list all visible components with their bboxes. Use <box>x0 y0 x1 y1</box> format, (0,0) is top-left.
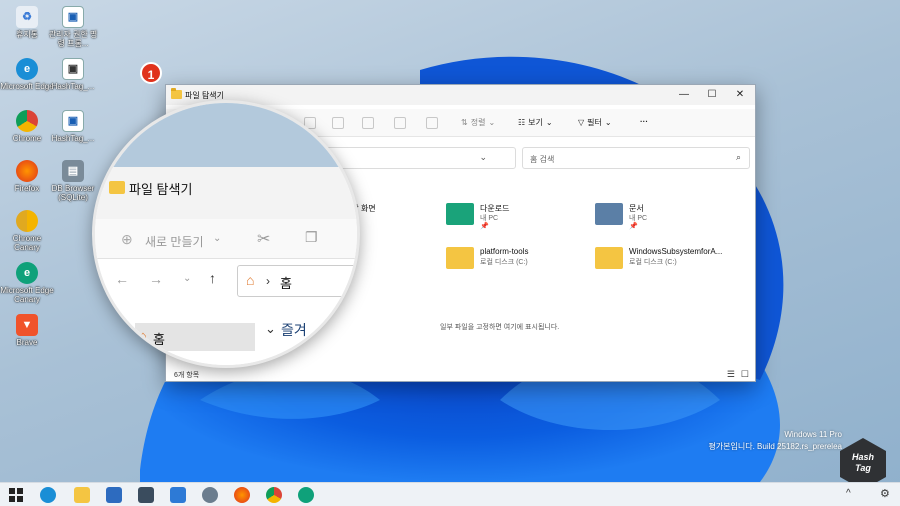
magnified-address-bar: ⌂ › 홈 <box>237 265 357 297</box>
taskbar-edge-icon[interactable] <box>40 487 56 503</box>
folder-icon <box>109 181 125 194</box>
empty-favorites-message: 일부 파일을 고정하면 여기에 표시됩니다. <box>440 324 560 331</box>
filter-button[interactable]: ▽ 필터 ⌄ <box>578 117 612 128</box>
taskbar-explorer-icon[interactable] <box>74 487 90 503</box>
search-icon: ⌕ <box>735 152 741 162</box>
desktop-icon-brave[interactable]: ▼ Brave <box>0 314 54 347</box>
chevron-down-icon: ⌄ <box>604 118 612 127</box>
tiles-view-icon[interactable]: ☐ <box>741 369 749 380</box>
edge-icon: e <box>16 58 38 80</box>
share-icon[interactable] <box>394 117 406 129</box>
taskbar-notepad-icon[interactable] <box>170 487 186 503</box>
chevron-down-icon: ⌄ <box>488 118 496 127</box>
recycle-bin-icon: ♻ <box>16 6 38 28</box>
add-icon: ⊕ <box>121 231 133 247</box>
shortcut-icon: ▣ <box>62 58 84 80</box>
nav-item-home: ⌂ 홈 <box>135 323 255 351</box>
chevron-down-icon[interactable]: ⌄ <box>479 152 487 163</box>
home-icon: ⌂ <box>139 328 147 343</box>
folder-icon <box>171 88 182 99</box>
firefox-icon <box>16 160 38 182</box>
shortcut-icon: ▣ <box>62 6 84 28</box>
quick-access-item-wsa[interactable]: WindowsSubsystemforA... 로컬 디스크 (C:) <box>595 247 735 279</box>
desktop-icon-db-browser[interactable]: ▤ DB Browser (SQLite) <box>46 160 100 202</box>
documents-folder-icon <box>595 203 623 225</box>
magnified-desktop-area <box>95 103 357 167</box>
downloads-folder-icon <box>446 203 474 225</box>
build-watermark-line2: 평가본입니다. Build 25182.rs_prerelea <box>708 442 842 451</box>
chevron-up-icon[interactable]: ^ <box>846 488 851 499</box>
magnifier-lens: 파일 탐색기 ⊕ 새로 만들기 ⌄ ✂ ❐ ← → ⌄ ↑ ⌂ › 홈 ⌂ 홈 … <box>92 100 360 368</box>
brave-icon: ▼ <box>16 314 38 336</box>
chrome-canary-icon <box>16 210 38 232</box>
minimize-button[interactable]: — <box>673 88 695 102</box>
step-badge: 1 <box>140 62 162 84</box>
folder-icon <box>595 247 623 269</box>
gear-icon[interactable]: ⚙ <box>880 487 890 500</box>
shortcut-icon: ▣ <box>62 110 84 132</box>
desktop-icon-admin-cmd[interactable]: ▣ 관리자 권한 명령 프롬... <box>46 6 100 48</box>
magnified-title-bar: 파일 탐색기 <box>95 167 357 219</box>
home-icon: ⌂ <box>246 272 255 288</box>
desktop-icon-hashtag-1[interactable]: ▣ HashTag_... <box>46 58 100 91</box>
sort-icon: ⇅ <box>461 118 468 127</box>
quick-access-item-platform-tools[interactable]: platform-tools 로컬 디스크 (C:) <box>446 247 586 279</box>
more-options-button[interactable]: ··· <box>640 117 648 126</box>
taskbar-settings-icon[interactable] <box>202 487 218 503</box>
magnified-content-area: ⌂ 홈 ⌄ 즐겨 <box>95 303 357 365</box>
rename-icon[interactable] <box>362 117 374 129</box>
delete-icon[interactable] <box>426 117 438 129</box>
magnified-nav-bar: ← → ⌄ ↑ ⌂ › 홈 <box>95 259 357 303</box>
close-button[interactable]: ✕ <box>729 88 751 102</box>
chrome-icon <box>16 110 38 132</box>
start-button[interactable] <box>8 487 24 503</box>
db-browser-icon: ▤ <box>62 160 84 182</box>
details-view-icon[interactable]: ☰ <box>727 369 735 380</box>
pin-icon: 📌 <box>480 223 489 230</box>
sort-button[interactable]: ⇅ 정렬 ⌄ <box>461 117 495 128</box>
edge-canary-icon: e <box>16 262 38 284</box>
up-arrow-icon: ↑ <box>209 270 216 286</box>
chevron-down-icon: ⌄ <box>183 273 192 284</box>
quick-access-item-downloads[interactable]: 다운로드 내 PC 📌 <box>446 203 586 235</box>
forward-arrow-icon: → <box>149 271 163 287</box>
taskbar-edge-canary-icon[interactable] <box>298 487 314 503</box>
taskbar-firefox-icon[interactable] <box>234 487 250 503</box>
search-input[interactable]: 홈 검색 ⌕ <box>522 147 750 169</box>
chevron-right-icon: › <box>266 274 270 288</box>
cut-icon: ✂ <box>257 231 271 248</box>
status-bar: 6개 항목 <box>174 372 200 379</box>
view-icon: ☷ <box>518 118 526 127</box>
chevron-down-icon: ⌄ <box>213 233 222 244</box>
chevron-down-icon: ⌄ <box>545 118 553 127</box>
build-watermark-line1: Windows 11 Pro <box>784 430 842 439</box>
copy-icon: ❐ <box>305 229 318 245</box>
taskbar: ^ ⚙ <box>0 482 900 506</box>
chevron-down-icon: ⌄ <box>265 321 276 336</box>
desktop-icon-hashtag-2[interactable]: ▣ HashTag_... <box>46 110 100 143</box>
folder-icon <box>446 247 474 269</box>
quick-access-item-documents[interactable]: 문서 내 PC 📌 <box>595 203 735 235</box>
title-bar[interactable]: 파일 탐색기 — ☐ ✕ <box>166 85 755 105</box>
filter-icon: ▽ <box>578 118 585 127</box>
maximize-button[interactable]: ☐ <box>701 88 723 102</box>
taskbar-chrome-icon[interactable] <box>266 487 282 503</box>
desktop-icon-chrome-canary[interactable]: Chrome Canary <box>0 210 54 252</box>
taskbar-mail-icon[interactable] <box>106 487 122 503</box>
desktop-icon-edge-canary[interactable]: e Microsoft Edge Canary <box>0 262 54 304</box>
magnified-command-bar: ⊕ 새로 만들기 ⌄ ✂ ❐ <box>95 219 357 259</box>
pin-icon: 📌 <box>629 223 638 230</box>
back-arrow-icon: ← <box>115 271 129 287</box>
view-button[interactable]: ☷ 보기 ⌄ <box>518 117 553 128</box>
taskbar-move-icon[interactable] <box>138 487 154 503</box>
